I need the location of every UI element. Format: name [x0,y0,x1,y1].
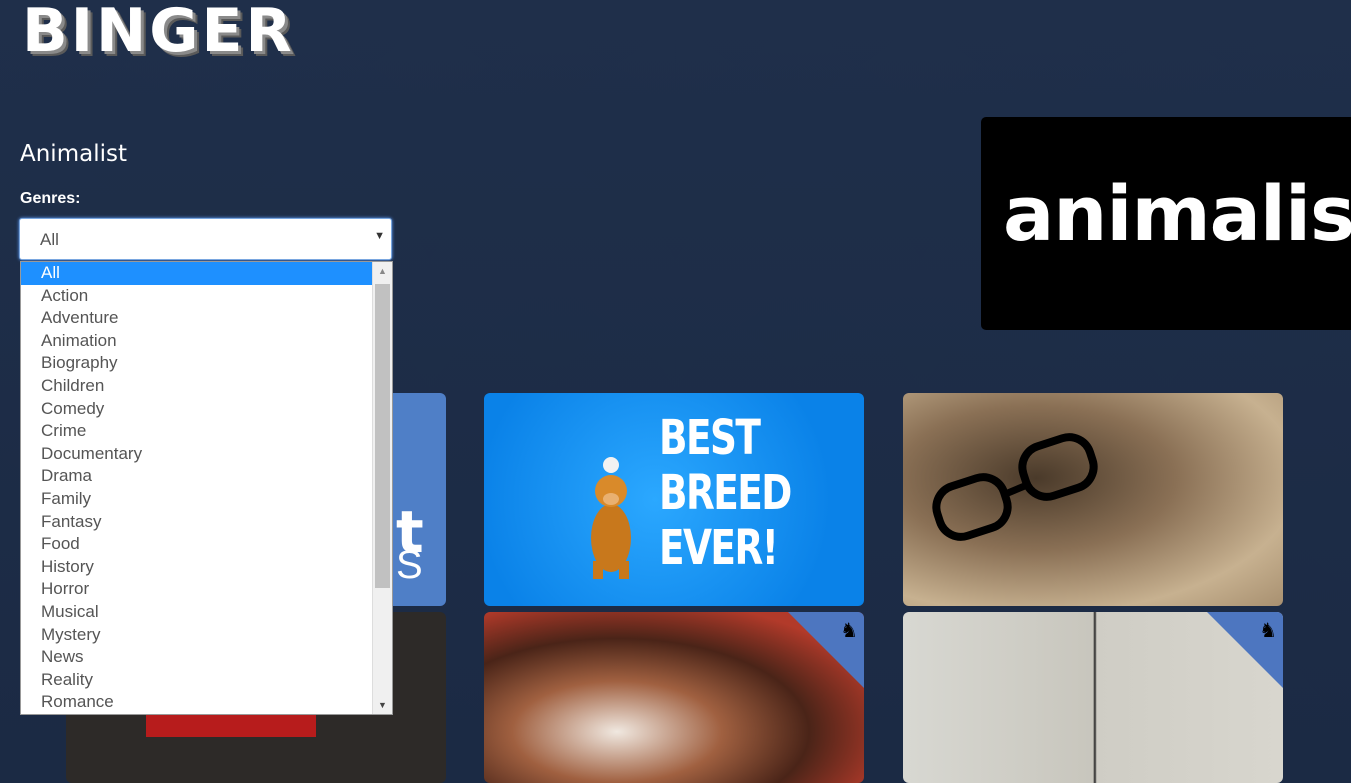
genre-option-musical[interactable]: Musical [21,601,372,624]
video-tile-puppy[interactable]: ♞ [484,612,864,783]
genres-select-value: All [40,230,59,249]
channel-logo-text: animalist [1003,169,1351,258]
channel-title: Animalist [20,141,127,167]
genres-options: All Action Adventure Animation Biography Chil… [21,262,372,714]
glasses-illustration [932,433,1098,541]
video-tile-sloth-glasses[interactable] [903,393,1283,606]
deer-icon: ♞ [1259,620,1277,642]
genre-option-history[interactable]: History [21,556,372,579]
genres-label: Genres: [20,190,81,207]
genre-option-drama[interactable]: Drama [21,465,372,488]
tile-title-fragment: S [396,543,423,587]
video-tile-best-breed-ever[interactable]: BEST BREED EVER! [484,393,864,606]
genres-dropdown-list[interactable]: All Action Adventure Animation Biography Chil… [20,261,393,715]
video-tile-mugshots[interactable]: ♞ [903,612,1283,783]
app-logo[interactable]: BINGER [22,0,295,66]
genre-option-reality[interactable]: Reality [21,669,372,692]
genre-option-adventure[interactable]: Adventure [21,307,372,330]
genre-option-food[interactable]: Food [21,533,372,556]
genre-option-fantasy[interactable]: Fantasy [21,511,372,534]
tile-title: BEST BREED EVER! [659,410,792,576]
dropdown-scrollbar[interactable]: ▲ ▼ [372,262,392,714]
genre-option-children[interactable]: Children [21,375,372,398]
channel-logo: animalist [981,117,1351,330]
scroll-down-icon[interactable]: ▼ [373,696,392,714]
genre-option-romance[interactable]: Romance [21,691,372,714]
genre-option-family[interactable]: Family [21,488,372,511]
genre-option-all[interactable]: All [21,262,372,285]
scroll-thumb[interactable] [375,284,390,588]
scroll-up-icon[interactable]: ▲ [373,262,392,280]
genre-option-mystery[interactable]: Mystery [21,624,372,647]
genre-option-action[interactable]: Action [21,285,372,308]
genre-option-crime[interactable]: Crime [21,420,372,443]
genre-option-biography[interactable]: Biography [21,352,372,375]
deer-icon: ♞ [840,620,858,642]
genre-option-animation[interactable]: Animation [21,330,372,353]
chevron-down-icon: ▼ [374,230,385,242]
genres-select[interactable]: All ▼ [19,218,392,260]
dog-illustration [591,457,631,579]
genre-option-comedy[interactable]: Comedy [21,398,372,421]
genre-option-horror[interactable]: Horror [21,578,372,601]
genre-option-news[interactable]: News [21,646,372,669]
genre-option-documentary[interactable]: Documentary [21,443,372,466]
